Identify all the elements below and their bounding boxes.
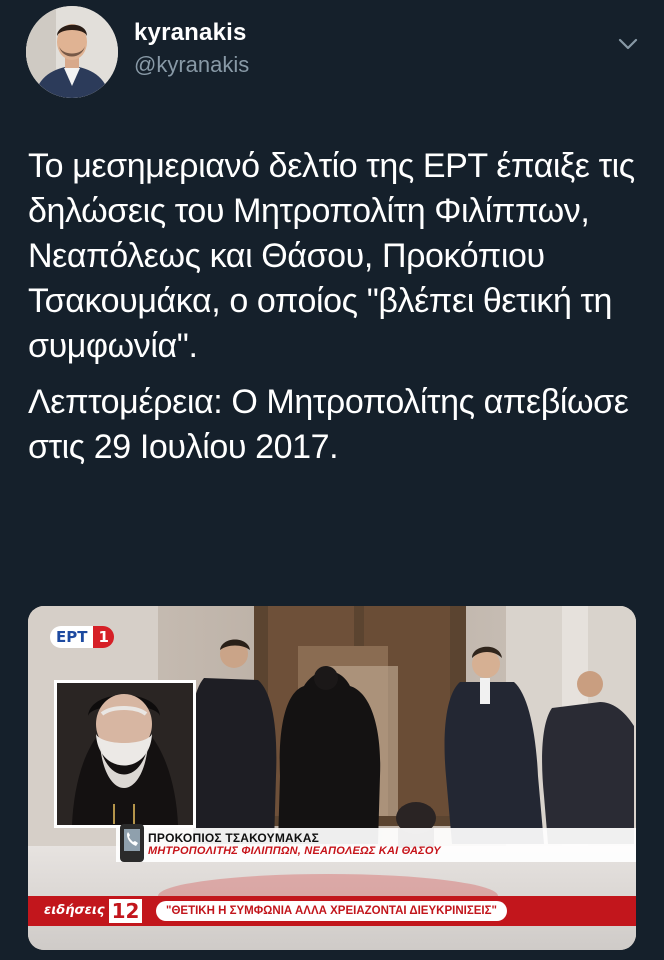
lower-third-caption: ΠΡΟΚΟΠΙΟΣ ΤΣΑΚΟΥΜΑΚΑΣ ΜΗΤΡΟΠΟΛΙΤΗΣ ΦΙΛΙΠ… <box>116 828 636 862</box>
tweet-media-image[interactable]: ΕΡΤ 1 ΠΡΟΚΟΠΙΟΣ ΤΣΑΚΟΥΜΑΚΑΣ ΜΗΤΡΟΠΟΛΙΤΗΣ… <box>28 606 636 950</box>
channel-logo: ΕΡΤ 1 <box>50 626 114 648</box>
news-label-text: ειδήσεις <box>44 903 105 918</box>
avatar[interactable] <box>26 6 118 98</box>
news-label: ειδήσεις 12 <box>40 899 143 923</box>
channel-logo-text: ΕΡΤ <box>50 626 94 648</box>
avatar-image <box>26 6 118 98</box>
news-headline: "ΘΕΤΙΚΗ Η ΣΥΜΦΩΝΙΑ ΑΛΛΑ ΧΡΕΙΑΖΟΝΤΑΙ ΔΙΕΥ… <box>156 901 507 921</box>
tweet-header: kyranakis @kyranakis <box>26 6 646 102</box>
channel-number: 1 <box>93 626 114 648</box>
user-handle[interactable]: @kyranakis <box>134 50 249 80</box>
news-number: 12 <box>108 899 143 923</box>
chevron-down-icon[interactable] <box>616 32 640 56</box>
tweet-text: Το μεσημεριανό δελτίο της ΕΡΤ έπαιξε τις… <box>28 144 638 470</box>
phone-icon <box>116 822 150 864</box>
display-name[interactable]: kyranakis <box>134 18 249 48</box>
tweet-paragraph: Λεπτομέρεια: Ο Μητροπολίτης απεβίωσε στι… <box>28 383 629 466</box>
tweet-paragraph: Το μεσημεριανό δελτίο της ΕΡΤ έπαιξε τις… <box>28 147 635 365</box>
caption-title: ΜΗΤΡΟΠΟΛΙΤΗΣ ΦΙΛΙΠΠΩΝ, ΝΕΑΠΟΛΕΩΣ ΚΑΙ ΘΑΣ… <box>148 845 441 857</box>
caption-name: ΠΡΟΚΟΠΙΟΣ ΤΣΑΚΟΥΜΑΚΑΣ <box>148 831 320 845</box>
